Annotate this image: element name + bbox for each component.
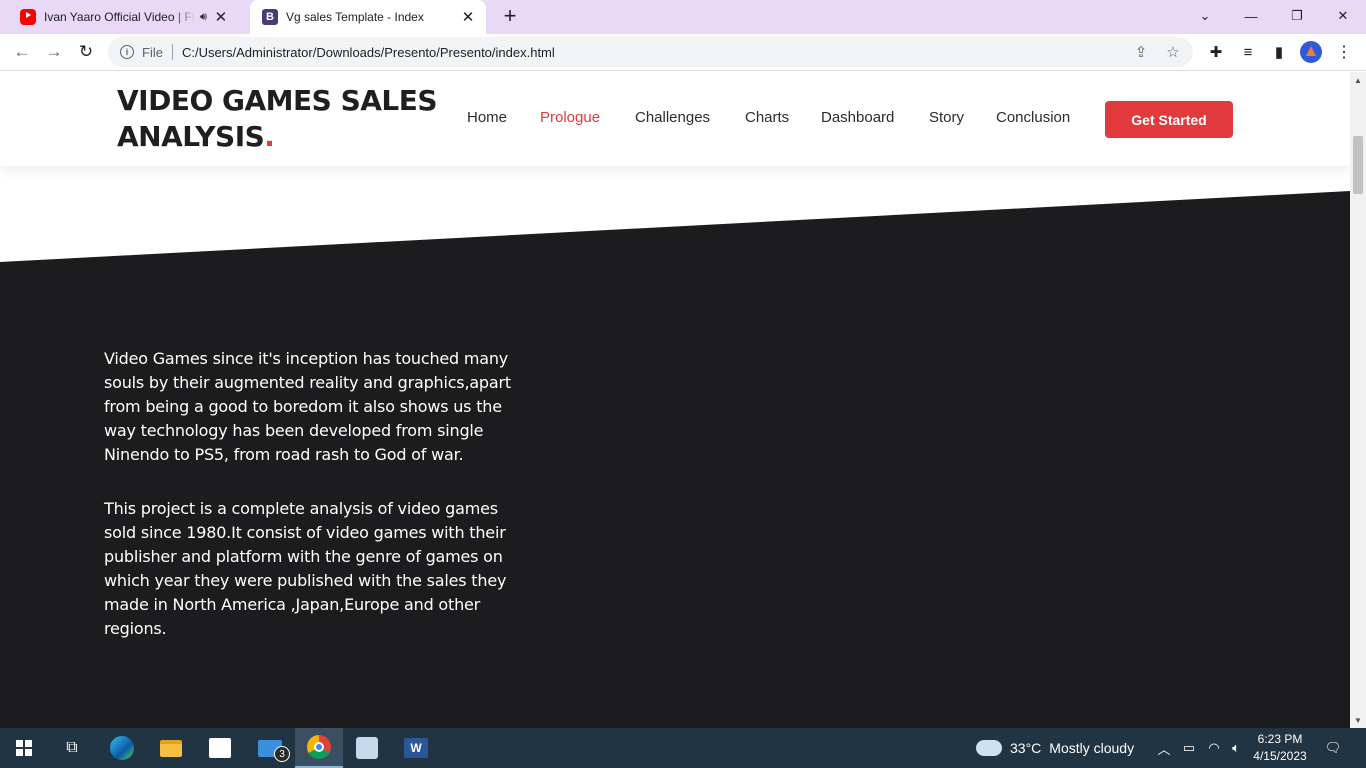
word-icon[interactable]: W: [392, 728, 440, 768]
minimize-button[interactable]: —: [1228, 0, 1274, 32]
url-text[interactable]: C:/Users/Administrator/Downloads/Present…: [182, 45, 1129, 60]
prologue-paragraph: This project is a complete analysis of v…: [104, 499, 507, 638]
info-icon[interactable]: i: [120, 45, 134, 59]
scheme-label: File: [142, 44, 163, 60]
speaker-icon[interactable]: 🔊︎: [200, 11, 207, 24]
page-scrollbar[interactable]: ▲ ▼: [1350, 72, 1366, 728]
edge-icon[interactable]: [98, 728, 146, 768]
battery-icon[interactable]: ▭: [1180, 728, 1198, 768]
weather-temp: 33°C: [1010, 740, 1042, 756]
close-window-button[interactable]: ✕: [1320, 0, 1366, 32]
page-viewport: Video Games since it's inception has tou…: [0, 72, 1350, 728]
logo-text: VIDEO GAMES SALES ANALYSIS: [117, 84, 438, 153]
clock-date: 4/15/2023: [1253, 749, 1307, 763]
forward-arrow-icon[interactable]: →: [40, 38, 68, 66]
microsoft-store-icon[interactable]: [196, 728, 244, 768]
logo-dot: .: [264, 120, 275, 153]
nav-link-home[interactable]: Home: [467, 109, 507, 126]
bookmark-star-icon[interactable]: ☆: [1161, 40, 1185, 64]
browser-tab-youtube[interactable]: Ivan Yaaro Official Video | Fu 🔊︎ ✕: [8, 0, 248, 34]
weather-condition: Mostly cloudy: [1049, 740, 1135, 756]
new-tab-button[interactable]: +: [499, 5, 521, 28]
nav-link-prologue[interactable]: Prologue: [540, 109, 600, 126]
side-panel-icon[interactable]: ▮: [1267, 40, 1291, 64]
task-view-icon[interactable]: ⧉: [48, 728, 96, 768]
extensions-puzzle-icon[interactable]: ✚: [1204, 40, 1228, 64]
nav-link-challenges[interactable]: Challenges: [635, 109, 710, 126]
browser-toolbar: ← → ↻ i File C:/Users/Administrator/Down…: [0, 34, 1366, 71]
scroll-up-arrow-icon[interactable]: ▲: [1350, 72, 1366, 88]
bootstrap-icon: B: [262, 9, 278, 25]
windows-start-icon[interactable]: [0, 728, 48, 768]
cloudy-weather-icon: [976, 735, 1002, 756]
close-tab-icon[interactable]: ✕: [458, 7, 478, 27]
nav-link-conclusion[interactable]: Conclusion: [996, 109, 1070, 126]
prologue-paragraph: Video Games since it's inception has tou…: [104, 349, 511, 464]
divider: [171, 44, 173, 60]
chrome-icon[interactable]: [295, 728, 343, 768]
share-icon[interactable]: ⇪: [1129, 40, 1153, 64]
tab-title: Ivan Yaaro Official Video | Fu: [44, 10, 196, 24]
windows-taskbar: ⧉ 3 W 33°C Mostly cloudy ︿ ▭ ◠ 🔈︎ 6:23 P…: [0, 728, 1366, 768]
reload-icon[interactable]: ↻: [72, 38, 100, 66]
nav-link-charts[interactable]: Charts: [745, 109, 789, 126]
site-header: VIDEO GAMES SALES ANALYSIS. Home Prologu…: [0, 72, 1350, 166]
media-control-icon[interactable]: ≡: [1236, 40, 1260, 64]
mail-badge: 3: [274, 746, 290, 762]
get-started-button[interactable]: Get Started: [1105, 101, 1233, 138]
file-explorer-icon[interactable]: [147, 728, 195, 768]
notification-center-icon[interactable]: 🗨︎: [1318, 728, 1348, 768]
youtube-icon: [20, 9, 36, 25]
wifi-icon[interactable]: ◠: [1204, 728, 1224, 768]
tab-strip: Ivan Yaaro Official Video | Fu 🔊︎ ✕ B Vg…: [0, 0, 1366, 34]
weather-widget[interactable]: 33°C Mostly cloudy: [976, 728, 1134, 768]
address-bar[interactable]: i File C:/Users/Administrator/Downloads/…: [108, 37, 1193, 67]
scrollbar-thumb[interactable]: [1353, 136, 1363, 194]
profile-avatar[interactable]: [1300, 41, 1322, 63]
clock-time: 6:23 PM: [1257, 732, 1303, 746]
browser-tab-active[interactable]: B Vg sales Template - Index ✕: [250, 0, 486, 34]
tab-search-icon[interactable]: ⌄: [1182, 0, 1228, 32]
scroll-down-arrow-icon[interactable]: ▼: [1350, 712, 1366, 728]
prologue-section: Video Games since it's inception has tou…: [0, 72, 1350, 728]
show-hidden-icons-chevron-icon[interactable]: ︿: [1155, 728, 1173, 768]
site-logo[interactable]: VIDEO GAMES SALES ANALYSIS.: [117, 83, 447, 155]
back-arrow-icon[interactable]: ←: [8, 38, 36, 66]
nav-link-story[interactable]: Story: [929, 109, 964, 126]
system-clock[interactable]: 6:23 PM 4/15/2023: [1248, 731, 1312, 765]
snipping-tool-icon[interactable]: [343, 728, 391, 768]
close-tab-icon[interactable]: ✕: [211, 7, 231, 27]
tab-title: Vg sales Template - Index: [286, 10, 424, 24]
volume-icon[interactable]: 🔈︎: [1227, 728, 1245, 768]
kebab-menu-icon[interactable]: ⋮: [1332, 40, 1356, 64]
restore-button[interactable]: ❐: [1274, 0, 1320, 32]
nav-link-dashboard[interactable]: Dashboard: [821, 109, 894, 126]
